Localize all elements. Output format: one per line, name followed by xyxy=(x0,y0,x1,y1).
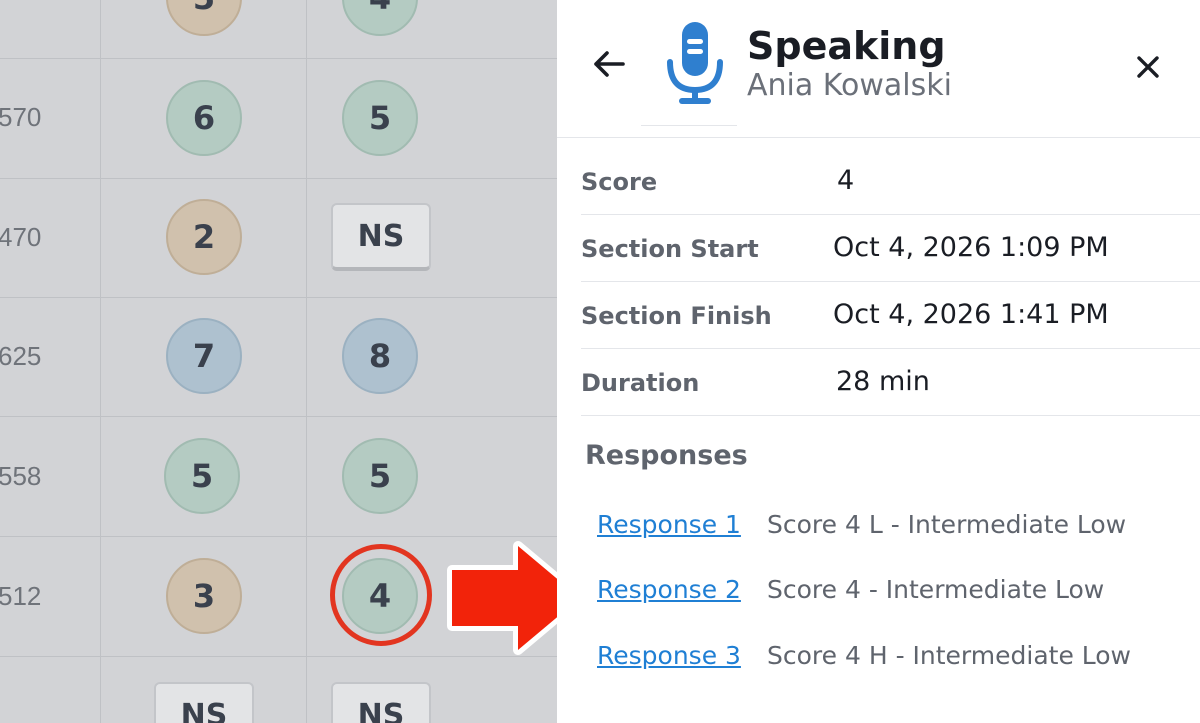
response-1-link[interactable]: Response 1 xyxy=(597,510,741,539)
score-badge[interactable]: 8 xyxy=(342,318,418,394)
info-value: Oct 4, 2026 1:41 PM xyxy=(833,299,1109,330)
info-value: Oct 4, 2026 1:09 PM xyxy=(833,232,1109,263)
score-badge[interactable]: 7 xyxy=(166,318,242,394)
info-label: Duration xyxy=(581,369,700,397)
row-divider xyxy=(0,58,557,59)
info-value: 28 min xyxy=(836,366,930,397)
not-scored-badge[interactable]: NS xyxy=(331,203,431,271)
response-item: Response 1 Score 4 L - Intermediate Low xyxy=(597,510,1177,546)
response-score: Score 4 L - Intermediate Low xyxy=(767,510,1127,539)
score-badge[interactable]: 4 xyxy=(342,0,418,36)
row-divider xyxy=(0,297,557,298)
score-badge[interactable]: 3 xyxy=(166,558,242,634)
info-row-section-start: Section Start Oct 4, 2026 1:09 PM xyxy=(581,215,1200,282)
row-divider xyxy=(0,536,557,537)
microphone-icon xyxy=(667,22,723,104)
panel-header: Speaking Ania Kowalski xyxy=(557,0,1200,138)
info-value: 4 xyxy=(837,165,855,196)
score-badge[interactable]: 5 xyxy=(342,438,418,514)
score-badge[interactable]: 5 xyxy=(166,0,242,36)
speaking-detail-panel: Speaking Ania Kowalski Score 4 Section S… xyxy=(557,0,1200,723)
close-icon[interactable] xyxy=(1131,50,1165,84)
arrow-left-icon[interactable] xyxy=(589,44,629,84)
info-row-duration: Duration 28 min xyxy=(581,349,1200,416)
info-label: Section Finish xyxy=(581,302,772,330)
response-score: Score 4 - Intermediate Low xyxy=(767,575,1105,604)
row-id: 512 xyxy=(0,581,42,611)
response-item: Response 2 Score 4 - Intermediate Low xyxy=(597,575,1177,611)
info-label: Score xyxy=(581,168,658,196)
score-badge[interactable]: 6 xyxy=(166,80,242,156)
score-badge[interactable]: 5 xyxy=(342,80,418,156)
score-badge[interactable]: 5 xyxy=(164,438,240,514)
response-3-link[interactable]: Response 3 xyxy=(597,641,741,670)
row-id: 558 xyxy=(0,461,42,491)
row-divider xyxy=(0,416,557,417)
student-name: Ania Kowalski xyxy=(747,68,952,103)
info-row-section-finish: Section Finish Oct 4, 2026 1:41 PM xyxy=(581,282,1200,349)
not-scored-badge[interactable]: NS xyxy=(331,682,431,723)
highlight-circle xyxy=(330,544,432,646)
responses-heading: Responses xyxy=(585,440,748,471)
info-row-score: Score 4 xyxy=(581,148,1200,215)
info-label: Section Start xyxy=(581,235,759,263)
row-id: 470 xyxy=(0,222,42,252)
column-divider xyxy=(100,0,101,723)
page-title: Speaking xyxy=(747,24,946,68)
response-2-link[interactable]: Response 2 xyxy=(597,575,741,604)
row-id: 570 xyxy=(0,102,42,132)
row-id: 625 xyxy=(0,341,42,371)
column-divider xyxy=(306,0,307,723)
score-badge[interactable]: 2 xyxy=(166,199,242,275)
response-item: Response 3 Score 4 H - Intermediate Low xyxy=(597,641,1177,677)
row-divider xyxy=(0,178,557,179)
response-score: Score 4 H - Intermediate Low xyxy=(767,641,1132,670)
header-divider xyxy=(641,125,737,126)
not-scored-badge[interactable]: NS xyxy=(154,682,254,723)
